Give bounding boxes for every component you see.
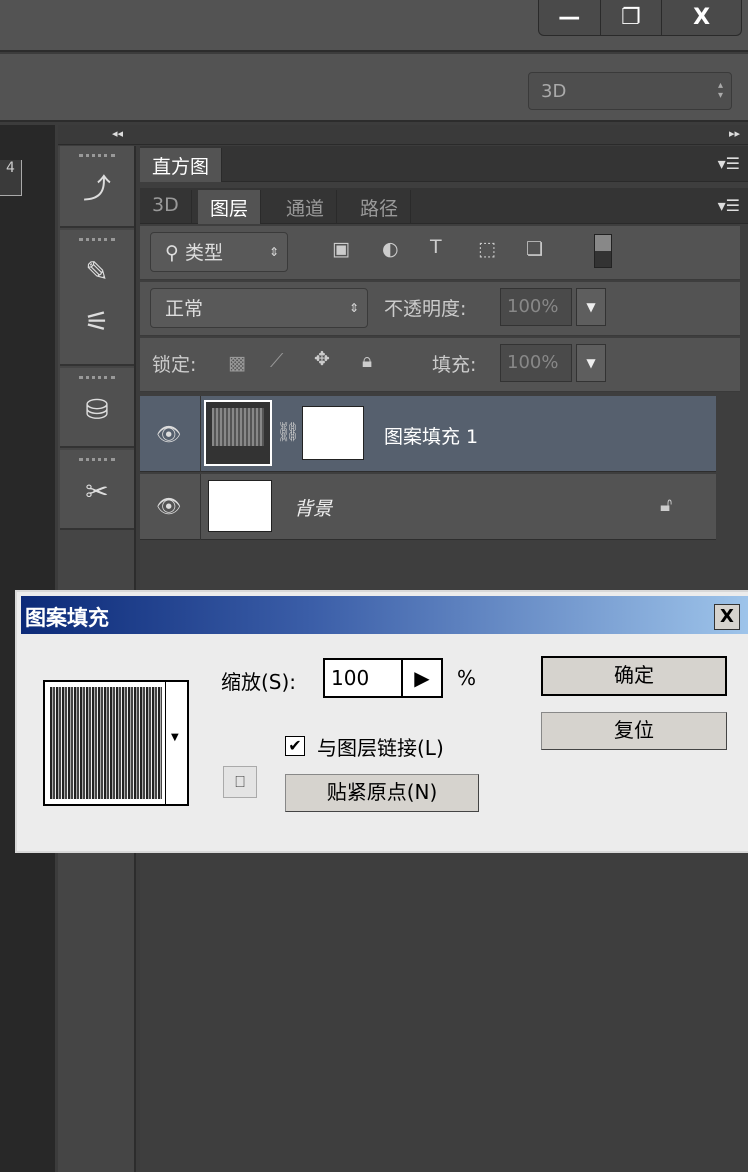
fill-input[interactable]: 100% bbox=[500, 344, 572, 382]
shape-filter-icon[interactable]: ⬚ bbox=[478, 238, 496, 260]
ruler: 4 bbox=[0, 160, 22, 196]
opacity-dropdown[interactable]: ▼ bbox=[576, 288, 606, 326]
filter-toggle[interactable] bbox=[594, 234, 612, 268]
tab-layers[interactable]: 图层 bbox=[198, 190, 262, 224]
panel-menu-icon[interactable]: ▾☰ bbox=[718, 196, 740, 215]
link-icon[interactable]: ⛓ bbox=[276, 420, 300, 443]
clone-source-icon[interactable]: ⛁ bbox=[60, 384, 134, 434]
workspace-select[interactable]: 3D ▴ ▾ bbox=[528, 72, 732, 110]
ok-button[interactable]: 确定 bbox=[541, 656, 727, 696]
blend-mode-value: 正常 bbox=[165, 298, 204, 320]
lock-label: 锁定: bbox=[152, 354, 197, 376]
layer-name[interactable]: 图案填充 1 bbox=[384, 422, 478, 449]
pattern-picker[interactable]: ▼ bbox=[43, 680, 189, 806]
eye-icon[interactable]: 👁︎ bbox=[156, 422, 181, 446]
mask-thumbnail[interactable] bbox=[302, 406, 364, 460]
layer-row[interactable]: 👁︎ 背景 🔓︎ bbox=[140, 474, 716, 540]
scale-slider-button[interactable]: ▶ bbox=[401, 660, 441, 696]
fill-dropdown[interactable]: ▼ bbox=[576, 344, 606, 382]
expand-right-icon[interactable]: ▸▸ bbox=[729, 127, 740, 140]
scale-input[interactable]: 100 ▶ bbox=[323, 658, 443, 698]
close-button[interactable]: X bbox=[662, 0, 741, 35]
window-controls: — ❐ X bbox=[538, 0, 742, 36]
scale-value: 100 bbox=[331, 666, 370, 690]
layer-name[interactable]: 背景 bbox=[294, 494, 332, 521]
tab-3d[interactable]: 3D bbox=[140, 190, 192, 224]
collapse-left-icon[interactable]: ◂◂ bbox=[112, 127, 123, 140]
lock-position-icon[interactable]: ✥ bbox=[314, 348, 330, 370]
lock-transparent-icon[interactable]: ▩ bbox=[228, 352, 246, 374]
pattern-fill-dialog: 图案填充 X ▼ 缩放(S): 100 ▶ % 确定 复位 ✔ 与图层链接(L)… bbox=[15, 590, 748, 853]
brush-presets-icon[interactable]: ✎ bbox=[60, 246, 134, 296]
image-filter-icon[interactable]: ▣ bbox=[332, 238, 350, 260]
restore-button[interactable]: ❐ bbox=[601, 0, 663, 35]
brush-settings-icon[interactable]: ⚟ bbox=[60, 296, 134, 346]
panel-menu-icon[interactable]: ▾☰ bbox=[718, 154, 740, 173]
reset-button[interactable]: 复位 bbox=[541, 712, 727, 750]
dialog-title-bar: 图案填充 X bbox=[21, 596, 748, 634]
layer-thumbnail bbox=[208, 480, 272, 532]
lock-image-icon[interactable]: ⟋ bbox=[270, 350, 283, 372]
filter-type-value: 类型 bbox=[184, 242, 223, 264]
workspace-value: 3D bbox=[541, 81, 567, 102]
filter-type-select[interactable]: ⚲ 类型 ⇕ bbox=[150, 232, 288, 272]
lock-icon: 🔓︎ bbox=[660, 494, 673, 516]
adjustment-filter-icon[interactable]: ◐ bbox=[382, 238, 399, 260]
layer-row[interactable]: 👁︎ ⛓ 图案填充 1 bbox=[140, 396, 716, 472]
link-with-layer-checkbox[interactable]: ✔ bbox=[285, 736, 305, 756]
lock-all-icon[interactable]: 🔒︎ bbox=[362, 350, 372, 372]
percent-label: % bbox=[457, 666, 477, 690]
eye-icon[interactable]: 👁︎ bbox=[156, 494, 181, 518]
pattern-preview bbox=[50, 687, 162, 799]
fill-label: 填充: bbox=[432, 354, 477, 376]
tab-histogram[interactable]: 直方图 bbox=[140, 148, 223, 182]
panel-collapse-bar: ◂◂ ▸▸ bbox=[58, 125, 748, 145]
updown-icon: ▴ ▾ bbox=[717, 80, 723, 101]
search-icon: ⚲ bbox=[165, 242, 185, 264]
snap-to-origin-button[interactable]: 贴紧原点(N) bbox=[285, 774, 479, 812]
opacity-label: 不透明度: bbox=[384, 298, 467, 320]
pattern-fill-thumbnail[interactable] bbox=[204, 400, 272, 466]
blend-mode-select[interactable]: 正常 ⇕ bbox=[150, 288, 368, 328]
chevron-down-icon: ▼ bbox=[171, 732, 179, 743]
history-icon[interactable]: ⤴ bbox=[60, 162, 134, 212]
dialog-close-button[interactable]: X bbox=[714, 604, 740, 630]
opacity-input[interactable]: 100% bbox=[500, 288, 572, 326]
tools-icon[interactable]: ✂ bbox=[60, 466, 134, 516]
page-icon: ⎕ bbox=[223, 766, 257, 798]
minimize-button[interactable]: — bbox=[539, 0, 601, 35]
type-filter-icon[interactable]: T bbox=[430, 236, 442, 258]
scale-label: 缩放(S): bbox=[221, 670, 297, 694]
tab-paths[interactable]: 路径 bbox=[348, 190, 412, 224]
link-with-layer-label[interactable]: 与图层链接(L) bbox=[317, 732, 444, 761]
dialog-title: 图案填充 bbox=[25, 606, 109, 630]
smart-object-filter-icon[interactable]: ❏ bbox=[526, 238, 543, 260]
tab-channels[interactable]: 通道 bbox=[274, 190, 338, 224]
